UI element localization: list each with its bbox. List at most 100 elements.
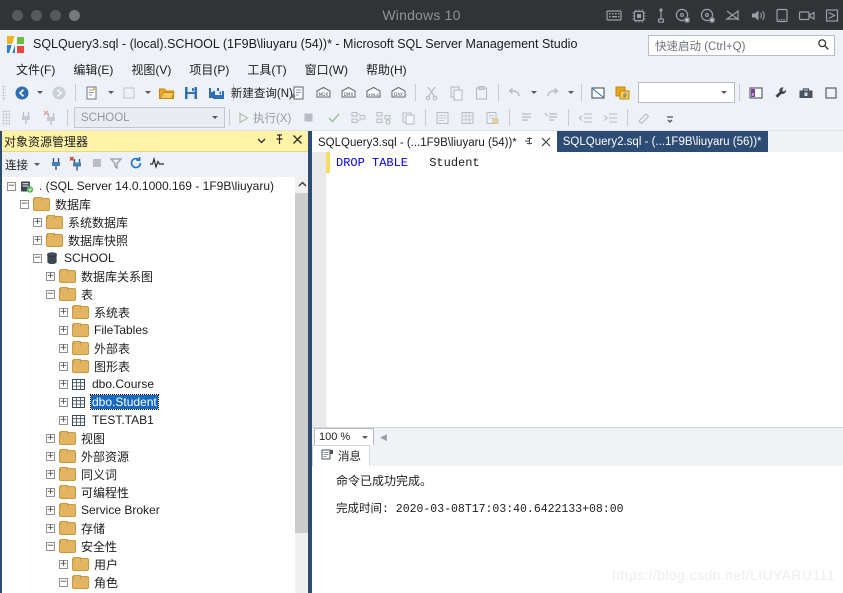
menu-item-file[interactable]: 文件(F) — [7, 59, 64, 80]
tree-item-database-diagrams[interactable]: + 数据库关系图 — [0, 267, 310, 285]
connect-button[interactable] — [13, 107, 38, 128]
tree-item-database-snapshots[interactable]: + 数据库快照 — [0, 231, 310, 249]
navigate-back-button[interactable] — [9, 82, 34, 103]
copy-button[interactable] — [444, 82, 469, 103]
tree-item-views[interactable]: + 视图 — [0, 429, 310, 447]
keyboard-icon[interactable] — [606, 8, 622, 23]
zoom-select[interactable]: 100 % — [314, 428, 374, 446]
tree-item-security[interactable]: − 安全性 — [0, 537, 310, 555]
horizontal-split-handle[interactable]: ◀ — [380, 432, 387, 443]
tree-item-system-tables[interactable]: + 系统表 — [0, 303, 310, 321]
tree-item-test-tab1[interactable]: + TEST.TAB1 — [0, 411, 310, 429]
increase-indent-button[interactable] — [598, 107, 623, 128]
navigate-back-dropdown-icon[interactable] — [37, 91, 44, 94]
paste-button[interactable] — [469, 82, 494, 103]
sql-code-editor[interactable]: DROP TABLE Student — [312, 152, 843, 427]
tree-item-dbo-student[interactable]: + dbo.Student — [0, 393, 310, 411]
more-tools-button[interactable] — [818, 82, 843, 103]
object-explorer-button[interactable]: ₽ — [610, 82, 635, 103]
registered-servers-button[interactable] — [585, 82, 610, 103]
expander-icon[interactable]: + — [59, 379, 68, 389]
zoom-light[interactable] — [50, 9, 61, 21]
tree-item-storage[interactable]: + 存储 — [0, 519, 310, 537]
expander-icon[interactable]: + — [46, 505, 55, 515]
expander-icon[interactable]: + — [46, 469, 55, 479]
comment-button[interactable] — [514, 107, 539, 128]
menu-item-edit[interactable]: 编辑(E) — [64, 59, 122, 80]
filter-icon[interactable] — [109, 156, 123, 173]
pin-icon[interactable] — [274, 134, 285, 148]
expander-icon[interactable]: + — [33, 235, 42, 245]
parse-button[interactable] — [321, 107, 346, 128]
stop-button[interactable] — [296, 107, 321, 128]
tree-item-school[interactable]: − SCHOOL — [0, 249, 310, 267]
save-button[interactable] — [179, 82, 204, 103]
expander-icon[interactable]: − — [59, 577, 68, 587]
new-query-button[interactable]: 新建查询(N) — [231, 82, 293, 103]
expander-icon[interactable]: + — [33, 217, 42, 227]
expander-icon[interactable]: − — [46, 289, 55, 299]
expander-icon[interactable]: + — [46, 451, 55, 461]
expander-icon[interactable]: + — [59, 415, 68, 425]
toolbar-grip[interactable] — [2, 84, 7, 101]
expander-icon[interactable]: + — [59, 343, 68, 353]
minimize-light[interactable] — [31, 9, 42, 21]
tab-sqlquery2[interactable]: SQLQuery2.sql - (...1F9B\liuyaru (56))* — [556, 131, 768, 152]
disconnect-object-explorer-button[interactable] — [69, 156, 85, 174]
save-all-button[interactable] — [204, 82, 229, 103]
toolbar-overflow-button[interactable] — [657, 107, 682, 128]
expander-icon[interactable]: − — [20, 199, 29, 209]
pin-icon[interactable] — [524, 136, 534, 149]
share-screen-icon[interactable] — [825, 8, 839, 23]
tree-item-filetables[interactable]: + FileTables — [0, 321, 310, 339]
undo-dropdown-icon[interactable] — [530, 91, 537, 94]
panel-splitter[interactable] — [308, 131, 312, 593]
tree-item-tables[interactable]: − 表 — [0, 285, 310, 303]
redo-button[interactable] — [540, 82, 565, 103]
results-to-grid-button[interactable] — [455, 107, 480, 128]
search-icon[interactable] — [817, 38, 830, 54]
new-analysis-query-button[interactable] — [286, 82, 311, 103]
expander-icon[interactable]: − — [46, 541, 55, 551]
toolbar-grip-2[interactable] — [2, 109, 10, 126]
tree-item-external-resources[interactable]: + 外部资源 — [0, 447, 310, 465]
options-button[interactable] — [768, 82, 793, 103]
tree-item-graph-tables[interactable]: + 图形表 — [0, 357, 310, 375]
camera-icon[interactable] — [798, 8, 816, 23]
database-combo[interactable]: SCHOOL — [74, 107, 225, 128]
cpu-icon[interactable] — [631, 8, 647, 23]
disconnect-button[interactable] — [38, 107, 63, 128]
tree-item-service-broker[interactable]: + Service Broker — [0, 501, 310, 519]
new-xmla-query-button[interactable]: XMLA — [361, 82, 386, 103]
decrease-indent-button[interactable] — [573, 107, 598, 128]
battery-icon[interactable] — [775, 8, 789, 23]
toolbox-button[interactable] — [793, 82, 818, 103]
menu-item-window[interactable]: 窗口(W) — [296, 59, 357, 80]
expander-icon[interactable]: + — [59, 307, 68, 317]
menu-item-tools[interactable]: 工具(T) — [238, 59, 295, 80]
expander-icon[interactable]: + — [46, 433, 55, 443]
sql-text[interactable]: DROP TABLE Student — [330, 152, 843, 427]
tree-item-users[interactable]: + 用户 — [0, 555, 310, 573]
close-icon[interactable] — [292, 134, 303, 148]
tab-sqlquery3[interactable]: SQLQuery3.sql - (...1F9B\liuyaru (54))* — [312, 131, 557, 152]
expander-icon[interactable]: + — [46, 487, 55, 497]
disc-eject-icon[interactable] — [675, 8, 691, 23]
include-client-statistics-button[interactable] — [396, 107, 421, 128]
tab-messages[interactable]: 消息 — [312, 445, 370, 466]
close-light[interactable] — [12, 9, 23, 21]
display-estimated-plan-button[interactable] — [346, 107, 371, 128]
new-dax-query-button[interactable]: DAX — [386, 82, 411, 103]
tree-item-external-tables[interactable]: + 外部表 — [0, 339, 310, 357]
new-item-dropdown-icon[interactable] — [107, 91, 114, 94]
new-mdx-query-button[interactable]: MDX — [311, 82, 336, 103]
expander-icon[interactable]: + — [59, 559, 68, 569]
menu-item-view[interactable]: 视图(V) — [122, 59, 180, 80]
new-project-dropdown-icon[interactable] — [144, 91, 151, 94]
new-dmx-query-button[interactable]: DMX — [336, 82, 361, 103]
expander-icon[interactable]: − — [33, 253, 42, 263]
chevron-down-icon[interactable] — [720, 91, 727, 94]
tree-item-synonyms[interactable]: + 同义词 — [0, 465, 310, 483]
usb-icon[interactable] — [656, 7, 666, 23]
undo-button[interactable] — [503, 82, 528, 103]
